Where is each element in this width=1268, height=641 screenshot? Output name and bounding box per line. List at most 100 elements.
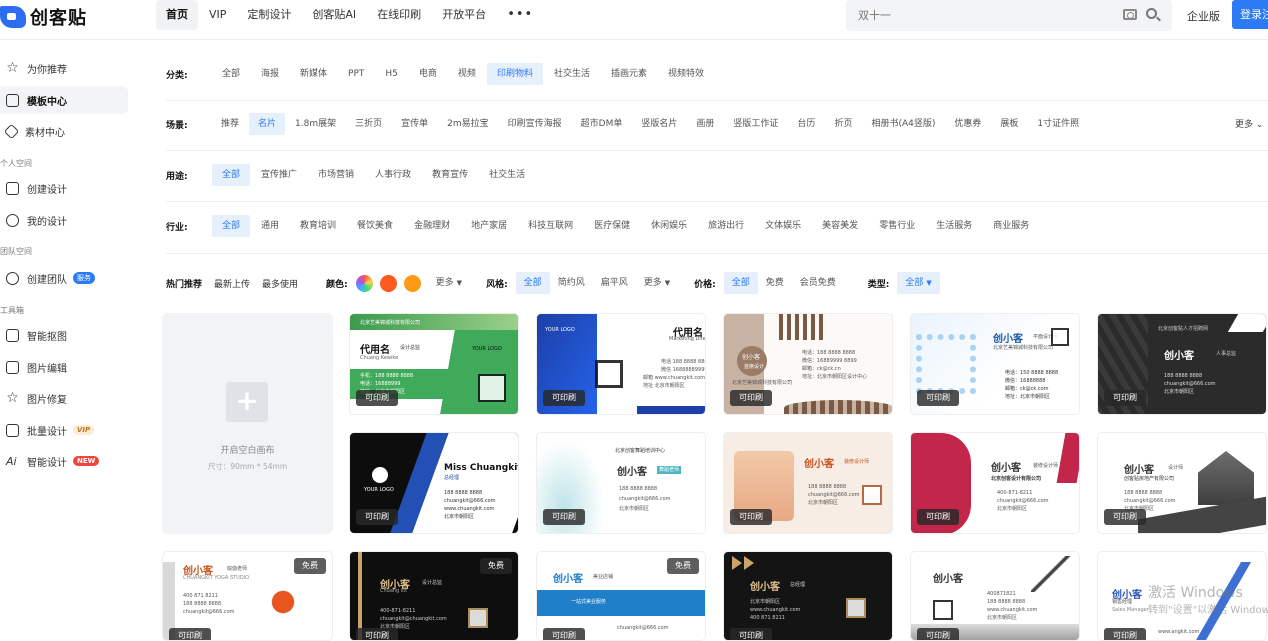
sidebar-item-templates[interactable]: 模板中心 bbox=[0, 86, 128, 114]
industry-chip[interactable]: 零售行业 bbox=[869, 215, 925, 237]
style-chip[interactable]: 扁平风 bbox=[593, 272, 636, 294]
sidebar-item-create-design[interactable]: 创建设计 bbox=[0, 174, 128, 202]
industry-chip[interactable]: 科技互联网 bbox=[518, 215, 583, 237]
nav-ai[interactable]: 创客贴AI bbox=[302, 0, 366, 30]
nav-home[interactable]: 首页 bbox=[156, 0, 198, 30]
template-card[interactable]: 北京创客贴人才招聘网 创小客 人事总监 188 8888 8888 chuang… bbox=[1097, 313, 1267, 415]
enterprise-link[interactable]: 企业版 bbox=[1187, 8, 1220, 24]
template-card[interactable]: 创小客 总经理 北京市朝阳区 www.chuangkit.com 400 871… bbox=[723, 551, 893, 641]
sort-tab-latest[interactable]: 最新上传 bbox=[214, 277, 250, 290]
usage-chip[interactable]: 宣传推广 bbox=[251, 164, 307, 186]
price-chip[interactable]: 会员免费 bbox=[792, 272, 844, 294]
category-chip[interactable]: 社交生活 bbox=[544, 63, 600, 85]
industry-chip[interactable]: 金融理财 bbox=[404, 215, 460, 237]
more-icon[interactable]: ••• bbox=[497, 0, 543, 30]
template-card[interactable]: 创小客 首席设计 电话：188 8888 8888 微信：16889999 88… bbox=[723, 313, 893, 415]
category-chip[interactable]: 电商 bbox=[409, 63, 447, 85]
color-swatch-orange[interactable] bbox=[403, 274, 421, 292]
sidebar-item-recommend[interactable]: ☆ 为你推荐 bbox=[0, 54, 128, 82]
category-chip[interactable]: 视频 bbox=[448, 63, 486, 85]
scene-chip[interactable]: 推荐 bbox=[212, 113, 248, 135]
nav-vip[interactable]: VIP bbox=[199, 0, 236, 30]
scene-chip[interactable]: 三折页 bbox=[346, 113, 391, 135]
template-card[interactable]: 创小客 平面设计师 北京艺美锦城科技有限公司 电话：150 8888 8888 … bbox=[910, 313, 1080, 415]
sort-tab-hot[interactable]: 热门推荐 bbox=[166, 277, 202, 290]
scene-chip[interactable]: 印刷宣传海报 bbox=[499, 113, 571, 135]
type-select[interactable]: 全部 ▼ bbox=[897, 272, 940, 294]
search-input[interactable] bbox=[846, 0, 1096, 31]
template-card[interactable]: 北京艺美锦城科技有限公司 代用名 设计总监 Chuang Kewike 手机：1… bbox=[349, 313, 519, 415]
template-card[interactable]: 创小客 装修设计师 北京创客设计有限公司 400-871-8211 chuang… bbox=[910, 432, 1080, 534]
industry-chip[interactable]: 生活服务 bbox=[926, 215, 982, 237]
template-card[interactable]: 创小客 美业店铺 一站式美业服务 chuangkit@666.com 免费 可印… bbox=[536, 551, 706, 641]
scene-chip[interactable]: 台历 bbox=[788, 113, 824, 135]
industry-chip-active[interactable]: 全部 bbox=[212, 215, 251, 237]
template-card[interactable]: 北京创客舞蹈培训中心 创小客 舞蹈老师 188 8888 8888 chuang… bbox=[536, 432, 706, 534]
camera-icon[interactable] bbox=[1123, 9, 1137, 20]
scene-chip[interactable]: 2m易拉宝 bbox=[438, 113, 498, 135]
sidebar-item-repair[interactable]: ☆ 图片修复 bbox=[0, 384, 128, 412]
scene-chip[interactable]: 1寸证件照 bbox=[1028, 113, 1088, 135]
industry-chip[interactable]: 地产家居 bbox=[461, 215, 517, 237]
sidebar-item-ai-design[interactable]: Ai 智能设计 NEW bbox=[0, 447, 128, 475]
color-swatch-orange-red[interactable] bbox=[379, 274, 397, 292]
category-chip[interactable]: H5 bbox=[375, 63, 408, 85]
scene-more-button[interactable]: 更多 ⌄ bbox=[1235, 117, 1263, 130]
category-chip[interactable]: 插画元素 bbox=[601, 63, 657, 85]
sidebar-item-image-edit[interactable]: 图片编辑 bbox=[0, 353, 128, 381]
sidebar-item-cutout[interactable]: 智能抠图 bbox=[0, 321, 128, 349]
template-card[interactable]: 创小客 瑜伽老师 CHUANGKIT YOGA STUDIO 400 871 8… bbox=[162, 551, 333, 641]
scene-chip[interactable]: 优惠券 bbox=[945, 113, 990, 135]
scene-chip[interactable]: 竖版工作证 bbox=[724, 113, 787, 135]
sidebar-item-my-designs[interactable]: 我的设计 bbox=[0, 206, 128, 234]
industry-chip[interactable]: 通用 bbox=[251, 215, 289, 237]
nav-custom-design[interactable]: 定制设计 bbox=[237, 0, 301, 30]
sidebar-item-materials[interactable]: 素材中心 bbox=[0, 117, 128, 145]
scene-chip[interactable]: 相册书(A4竖版) bbox=[862, 113, 944, 135]
style-chip-active[interactable]: 全部 bbox=[515, 272, 550, 294]
sidebar-item-batch[interactable]: 批量设计 VIP bbox=[0, 416, 128, 444]
industry-chip[interactable]: 旅游出行 bbox=[698, 215, 754, 237]
scene-chip[interactable]: 宣传单 bbox=[392, 113, 437, 135]
usage-chip[interactable]: 社交生活 bbox=[479, 164, 535, 186]
scene-chip[interactable]: 超市DM单 bbox=[572, 113, 632, 135]
category-chip[interactable]: PPT bbox=[338, 63, 374, 85]
style-more-button[interactable]: 更多 ▼ bbox=[636, 272, 678, 294]
price-chip[interactable]: 免费 bbox=[758, 272, 792, 294]
industry-chip[interactable]: 医疗保健 bbox=[584, 215, 640, 237]
scene-chip[interactable]: 1.8m展架 bbox=[286, 113, 345, 135]
price-chip-active[interactable]: 全部 bbox=[723, 272, 758, 294]
search-icon[interactable] bbox=[1146, 8, 1157, 19]
color-wheel-icon[interactable] bbox=[355, 274, 373, 292]
usage-chip[interactable]: 市场营销 bbox=[308, 164, 364, 186]
color-more-button[interactable]: 更多 ▼ bbox=[428, 272, 470, 294]
logo[interactable]: 创客贴 bbox=[0, 0, 87, 34]
category-chip[interactable]: 视频特效 bbox=[658, 63, 714, 85]
sort-tab-most-used[interactable]: 最多使用 bbox=[262, 277, 298, 290]
scene-chip[interactable]: 画册 bbox=[687, 113, 723, 135]
industry-chip[interactable]: 商业服务 bbox=[983, 215, 1039, 237]
scene-chip-active[interactable]: 名片 bbox=[249, 113, 286, 135]
scene-chip[interactable]: 折页 bbox=[825, 113, 861, 135]
category-chip-active[interactable]: 印刷物料 bbox=[486, 63, 543, 85]
category-chip[interactable]: 全部 bbox=[212, 63, 250, 85]
industry-chip[interactable]: 休闲娱乐 bbox=[641, 215, 697, 237]
industry-chip[interactable]: 教育培训 bbox=[290, 215, 346, 237]
template-card[interactable]: 创小客 400871821 188 8888 8888 www.chuangki… bbox=[910, 551, 1080, 641]
category-chip[interactable]: 海报 bbox=[251, 63, 289, 85]
industry-chip[interactable]: 美容美发 bbox=[812, 215, 868, 237]
scene-chip[interactable]: 展板 bbox=[991, 113, 1027, 135]
industry-chip[interactable]: 餐饮美食 bbox=[347, 215, 403, 237]
template-card[interactable]: 创小客 装修设计师 188 8888 8888 chuangkit@666.co… bbox=[723, 432, 893, 534]
category-chip[interactable]: 新媒体 bbox=[290, 63, 337, 85]
login-button[interactable]: 登录注 bbox=[1232, 0, 1268, 29]
usage-chip[interactable]: 教育宣传 bbox=[422, 164, 478, 186]
blank-canvas-card[interactable]: 开启空白画布 尺寸：90mm * 54mm bbox=[162, 313, 333, 534]
scene-chip[interactable]: 竖版名片 bbox=[632, 113, 686, 135]
template-card[interactable]: YOUR LOGO 代用名 Marketing Director 电话 188 … bbox=[536, 313, 706, 415]
style-chip[interactable]: 简约风 bbox=[550, 272, 593, 294]
template-card[interactable]: YOUR LOGO Miss Chuangkit 总经理 188 8888 88… bbox=[349, 432, 519, 534]
nav-open-platform[interactable]: 开放平台 bbox=[432, 0, 496, 30]
industry-chip[interactable]: 文体娱乐 bbox=[755, 215, 811, 237]
nav-online-print[interactable]: 在线印刷 bbox=[367, 0, 431, 30]
